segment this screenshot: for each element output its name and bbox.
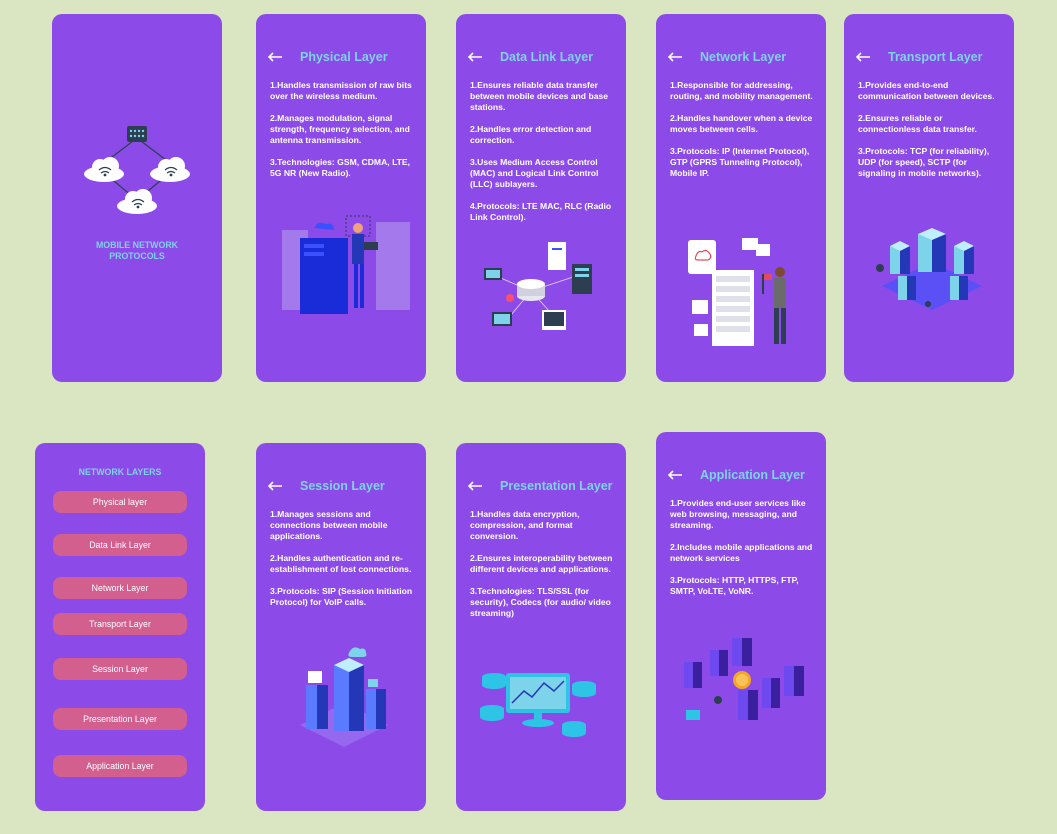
arrow-left-icon[interactable] xyxy=(666,51,684,63)
arrow-left-icon[interactable] xyxy=(466,480,484,492)
server-rack-illustration xyxy=(688,238,786,346)
list-item: 3.Technologies: GSM, CDMA, LTE, 5G NR (N… xyxy=(270,156,411,178)
application-layer-screen: Application Layer 1.Provides end-user se… xyxy=(656,432,826,800)
network-layers-menu: NETWORK LAYERS Physical layer Data Link … xyxy=(35,443,205,811)
menu-item-transport[interactable]: Transport Layer xyxy=(53,613,187,635)
arrow-left-icon[interactable] xyxy=(466,51,484,63)
isometric-server-illustration xyxy=(876,228,982,310)
data-network-illustration xyxy=(484,242,592,330)
list-item: 4.Protocols: LTE MAC, RLC (Radio Link Co… xyxy=(470,200,612,222)
list-item: 1.Handles data encryption, compression, … xyxy=(470,509,580,541)
screen-header: Physical Layer xyxy=(266,50,418,64)
menu-item-physical[interactable]: Physical layer xyxy=(53,491,187,513)
server-farm-illustration xyxy=(684,638,804,720)
page-title: Transport Layer xyxy=(888,50,983,64)
engineer-server-illustration xyxy=(282,215,410,314)
arrow-left-icon[interactable] xyxy=(854,51,872,63)
list-item: 2.Handles authentication and re-establis… xyxy=(270,552,412,574)
page-title: Session Layer xyxy=(300,479,385,493)
screen-header: Session Layer xyxy=(266,479,418,493)
menu-item-application[interactable]: Application Layer xyxy=(53,755,187,777)
arrow-left-icon[interactable] xyxy=(266,51,284,63)
menu-item-presentation[interactable]: Presentation Layer xyxy=(53,708,187,730)
screen-header: Transport Layer xyxy=(854,50,1006,64)
list-item: 2.Manages modulation, signal strength, f… xyxy=(270,113,410,145)
layer-description: 1.Responsible for addressing, routing, a… xyxy=(670,80,818,190)
splash-screen: MOBILE NETWORK PROTOCOLS xyxy=(52,14,222,382)
list-item: 3.Uses Medium Access Control (MAC) and L… xyxy=(470,156,599,189)
screen-header: Network Layer xyxy=(666,50,818,64)
transport-layer-screen: Transport Layer 1.Provides end-to-end co… xyxy=(844,14,1014,382)
network-layer-screen: Network Layer 1.Responsible for addressi… xyxy=(656,14,826,382)
menu-item-session[interactable]: Session Layer xyxy=(53,658,187,680)
menu-heading: NETWORK LAYERS xyxy=(78,467,162,477)
layer-description: 1.Handles transmission of raw bits over … xyxy=(270,80,418,190)
page-title: Network Layer xyxy=(700,50,787,64)
arrow-left-icon[interactable] xyxy=(666,469,684,481)
server-cluster-illustration xyxy=(300,647,388,747)
physical-layer-screen: Physical Layer 1.Handles transmission of… xyxy=(256,14,426,382)
page-title: Physical Layer xyxy=(300,50,388,64)
layer-description: 1.Provides end-user services like web br… xyxy=(670,498,818,608)
menu-item-network[interactable]: Network Layer xyxy=(53,577,187,599)
page-title: Data Link Layer xyxy=(500,50,594,64)
list-item: 1.Handles transmission of raw bits over … xyxy=(270,80,412,101)
cloud-wifi-icon xyxy=(150,157,190,182)
page-title: Presentation Layer xyxy=(500,479,613,493)
presentation-layer-screen: Presentation Layer 1.Handles data encryp… xyxy=(456,443,626,811)
page-title: Application Layer xyxy=(700,468,805,482)
data-dashboard-illustration xyxy=(480,673,596,737)
list-item: 2.Ensures interoperability between diffe… xyxy=(470,552,613,574)
list-item: 1.Provides end-to-end communication betw… xyxy=(858,80,995,101)
list-item: 1.Manages sessions and connections betwe… xyxy=(270,509,388,541)
data-link-layer-screen: Data Link Layer 1.Ensures reliable data … xyxy=(456,14,626,382)
list-item: 3.Protocols: IP (Internet Protocol), GTP… xyxy=(670,146,810,178)
layer-description: 1.Provides end-to-end communication betw… xyxy=(858,80,1006,190)
network-diagram-illustration xyxy=(84,126,190,214)
arrow-left-icon[interactable] xyxy=(266,480,284,492)
list-item: 3.Technologies: TLS/SSL (for security), … xyxy=(470,585,611,618)
layer-description: 1.Ensures reliable data transfer between… xyxy=(470,80,618,234)
session-layer-screen: Session Layer 1.Manages sessions and con… xyxy=(256,443,426,811)
cloud-wifi-icon xyxy=(84,157,124,182)
list-item: 2.Handles error detection and correction… xyxy=(470,123,592,145)
screen-header: Presentation Layer xyxy=(466,479,618,493)
layer-description: 1.Handles data encryption, compression, … xyxy=(470,509,618,630)
router-icon xyxy=(127,126,147,142)
list-item: 1.Ensures reliable data transfer between… xyxy=(470,80,609,112)
app-title: MOBILE NETWORK PROTOCOLS xyxy=(95,240,179,261)
list-item: 1.Responsible for addressing, routing, a… xyxy=(670,80,813,101)
screen-header: Data Link Layer xyxy=(466,50,618,64)
menu-item-data-link[interactable]: Data Link Layer xyxy=(53,534,187,556)
list-item: 1.Provides end-user services like web br… xyxy=(670,498,806,530)
list-item: 2.Handles handover when a device moves b… xyxy=(670,113,813,134)
list-item: 3.Protocols: HTTP, HTTPS, FTP, SMTP, VoL… xyxy=(670,574,799,596)
list-item: 3.Protocols: TCP (for reliability), UDP … xyxy=(858,146,990,178)
list-item: 2.Ensures reliable or connectionless dat… xyxy=(858,113,977,134)
screen-header: Application Layer xyxy=(666,468,818,482)
layer-description: 1.Manages sessions and connections betwe… xyxy=(270,509,418,619)
list-item: 3.Protocols: SIP (Session Initiation Pro… xyxy=(270,585,413,607)
cloud-wifi-icon xyxy=(117,189,157,214)
list-item: 2.Includes mobile applications and netwo… xyxy=(670,541,813,563)
